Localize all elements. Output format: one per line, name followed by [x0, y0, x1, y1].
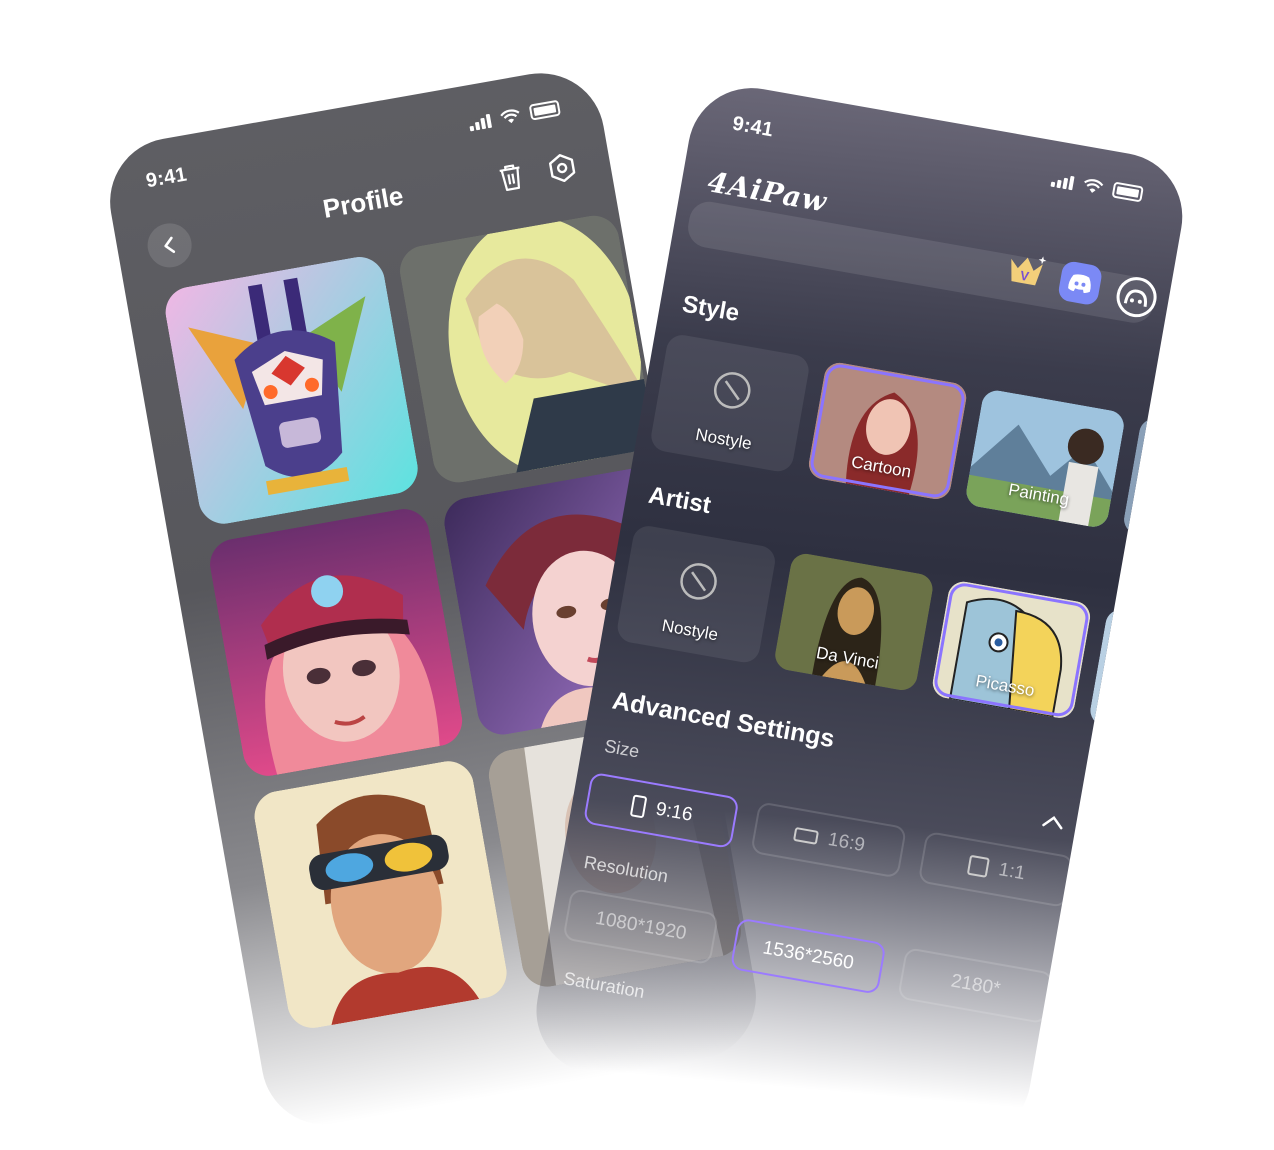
size-option-label: 16:9 [826, 828, 867, 857]
more-artist-thumbnail [1087, 606, 1168, 734]
gallery-image-blonde-girl[interactable] [395, 211, 657, 487]
square-icon [967, 855, 990, 878]
signal-icon [1050, 173, 1075, 191]
style-option-nostyle[interactable]: Nostyle [648, 332, 812, 474]
resolution-options: 1080*1920 1536*2560 2180* [562, 887, 1054, 1025]
goggles-boy-art [250, 757, 511, 1033]
status-icons [1050, 171, 1144, 203]
style-option-cartoon[interactable]: Cartoon [806, 360, 969, 502]
settings-hexagon-icon [548, 154, 576, 183]
gallery-image-tribal-mask[interactable] [161, 252, 422, 528]
artist-option-label: Nostyle [660, 615, 720, 645]
size-option-1-1[interactable]: 1:1 [917, 830, 1075, 909]
wifi-icon [500, 109, 520, 124]
artist-option-label: C [1107, 694, 1124, 716]
size-option-16-9[interactable]: 16:9 [750, 801, 908, 879]
artist-option-more[interactable]: C [1087, 606, 1168, 734]
generator-phone: 9:41 4AiPaw V Style Nostyle Cartoon Pain… [526, 78, 1193, 1150]
resolution-option-1536[interactable]: 1536*2560 [729, 917, 887, 995]
settings-button[interactable] [539, 145, 585, 191]
resolution-option-label: 2180* [949, 970, 1002, 1000]
gallery-image-goggles-boy[interactable] [250, 757, 511, 1033]
vip-button[interactable]: V [1003, 246, 1049, 292]
trash-icon [499, 164, 521, 192]
discord-icon [1068, 274, 1091, 293]
style-section-title: Style [680, 290, 742, 328]
gallery-image-police-girl[interactable] [205, 505, 467, 780]
artist-option-nostyle[interactable]: Nostyle [615, 523, 778, 665]
size-options: 9:16 16:9 1:1 [582, 771, 1075, 909]
size-option-label: 1:1 [997, 859, 1027, 885]
wifi-icon [1084, 179, 1104, 193]
collapse-chevron-icon[interactable] [1041, 813, 1065, 831]
no-style-icon [680, 563, 717, 600]
size-label: Size [602, 735, 641, 762]
resolution-option-label: 1536*2560 [761, 937, 856, 974]
no-style-icon [714, 372, 751, 409]
vip-crown-icon: V [1011, 256, 1047, 286]
portrait-icon [629, 794, 647, 818]
police-girl-art [205, 505, 467, 780]
battery-icon [1111, 181, 1144, 203]
resolution-option-label: 1080*1920 [593, 907, 688, 945]
avatar-icon [1123, 289, 1147, 308]
resolution-label: Resolution [582, 851, 670, 887]
style-options: Nostyle Cartoon Painting [648, 332, 1193, 543]
artist-option-davinci[interactable]: Da Vinci [772, 551, 936, 693]
style-option-label: Nostyle [694, 424, 754, 454]
size-option-label: 9:16 [654, 798, 695, 826]
battery-icon [528, 99, 561, 121]
status-time: 9:41 [144, 163, 189, 193]
resolution-option-1080[interactable]: 1080*1920 [562, 887, 720, 966]
saturation-label: Saturation [561, 968, 647, 1003]
artist-section-title: Artist [646, 481, 713, 520]
signal-icon [468, 113, 493, 132]
style-option-painting[interactable]: Painting [963, 388, 1127, 530]
advanced-settings-title: Advanced Settings [610, 686, 837, 754]
status-time: 9:41 [730, 112, 776, 142]
delete-button[interactable] [488, 154, 534, 200]
size-option-9-16[interactable]: 9:16 [582, 771, 740, 850]
status-icons [468, 99, 561, 132]
style-option-more[interactable] [1121, 415, 1193, 543]
landscape-icon [792, 827, 819, 845]
blonde-girl-art [395, 211, 657, 487]
more-style-thumbnail [1121, 415, 1193, 543]
artist-option-picasso[interactable]: Picasso [930, 579, 1093, 721]
prompt-input[interactable] [684, 198, 1158, 326]
resolution-option-2180[interactable]: 2180* [897, 947, 1054, 1025]
discord-button[interactable] [1056, 259, 1104, 307]
tribal-mask-art [161, 252, 422, 528]
